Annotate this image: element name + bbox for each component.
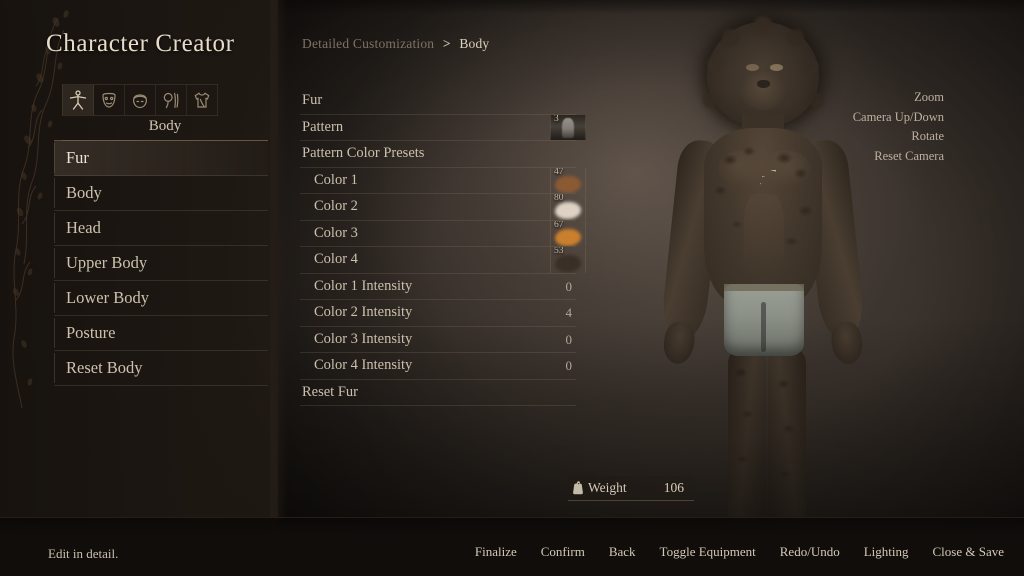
finalize-button[interactable]: Finalize xyxy=(475,544,517,560)
pattern-thumbnail[interactable]: 3 xyxy=(550,114,586,140)
sidebar-item-fur[interactable]: Fur xyxy=(54,140,268,176)
camera-hint-rotate: Rotate xyxy=(911,129,944,143)
color-swatch-3 xyxy=(555,228,581,246)
sidebar-item-label: Lower Body xyxy=(66,288,149,307)
color-value: 80 xyxy=(554,194,564,203)
options-list: Fur Pattern 3 Pattern Color Presets Colo… xyxy=(300,88,586,406)
weight-indicator: Weight 106 xyxy=(568,476,694,501)
breadcrumb-parent[interactable]: Detailed Customization xyxy=(302,36,434,51)
breadcrumb-current: Body xyxy=(459,36,490,51)
camera-hint-up-down: Camera Up/Down xyxy=(852,109,944,124)
option-value: 0 xyxy=(565,278,573,294)
camera-controls-hints: Zoom Camera Up/Down Rotate Reset Camera xyxy=(853,88,944,166)
status-text: Edit in detail. xyxy=(48,546,119,561)
back-button[interactable]: Back xyxy=(609,544,636,560)
color-swatch-cell[interactable]: 47 xyxy=(550,167,586,193)
character-creator-screen: Character Creator Body Fur Body Head Upp… xyxy=(0,0,1024,576)
option-value: 0 xyxy=(565,331,573,347)
color-value: 67 xyxy=(554,220,564,230)
bottom-actions: Finalize Confirm Back Toggle Equipment R… xyxy=(475,544,1004,560)
option-label: Reset Fur xyxy=(302,383,358,400)
breadcrumb: Detailed Customization > Body xyxy=(302,36,489,52)
category-tab-hair[interactable] xyxy=(156,85,187,115)
sidebar-item-label: Upper Body xyxy=(66,253,148,272)
option-row-pattern-color-presets[interactable]: Pattern Color Presets xyxy=(300,141,576,168)
breadcrumb-separator: > xyxy=(442,36,451,51)
option-row-color-2-intensity[interactable]: Color 2 Intensity 4 xyxy=(300,300,576,327)
weight-label: Weight xyxy=(588,480,627,495)
color-swatch-cell[interactable]: 67 xyxy=(550,220,586,246)
option-label: Pattern Color Presets xyxy=(302,145,425,161)
hair-icon xyxy=(163,92,179,109)
face-icon xyxy=(102,92,116,108)
option-row-color-1-intensity[interactable]: Color 1 Intensity 0 xyxy=(300,274,576,300)
category-tab-head[interactable] xyxy=(125,85,156,115)
head-icon xyxy=(132,94,148,109)
color-value: 53 xyxy=(554,247,564,256)
color-swatch-cell[interactable]: 80 xyxy=(550,194,586,220)
color-swatch-cell[interactable]: 53 xyxy=(550,247,586,273)
option-value: 0 xyxy=(565,358,573,373)
option-label: Color 3 Intensity xyxy=(314,330,413,347)
color-swatch-2 xyxy=(555,202,581,219)
color-value: 47 xyxy=(554,167,564,177)
pattern-figure-icon xyxy=(562,117,574,138)
option-row-pattern[interactable]: Pattern 3 xyxy=(300,114,586,141)
close-and-save-button[interactable]: Close & Save xyxy=(933,544,1005,560)
option-row-fur[interactable]: Fur xyxy=(300,88,576,115)
option-row-color-4[interactable]: Color 4 53 xyxy=(300,247,586,274)
option-row-color-2[interactable]: Color 2 80 xyxy=(300,194,586,221)
option-label: Color 2 Intensity xyxy=(314,304,413,320)
option-label: Color 4 xyxy=(314,251,358,267)
sidebar-item-posture[interactable]: Posture xyxy=(54,316,268,351)
option-row-color-1[interactable]: Color 1 47 xyxy=(300,167,586,194)
sidebar-item-label: Fur xyxy=(66,148,89,167)
sidebar-item-label: Reset Body xyxy=(66,358,143,377)
option-label: Color 1 Intensity xyxy=(314,277,413,294)
category-label: Body xyxy=(62,118,268,141)
option-label: Color 1 xyxy=(314,171,358,188)
camera-hint-reset: Reset Camera xyxy=(874,148,944,163)
toggle-equipment-button[interactable]: Toggle Equipment xyxy=(660,544,756,560)
sidebar: Character Creator Body Fur Body Head Upp… xyxy=(0,0,288,576)
sidebar-item-reset-body[interactable]: Reset Body xyxy=(54,351,268,386)
sidebar-item-lower-body[interactable]: Lower Body xyxy=(54,281,268,316)
category-tab-body[interactable] xyxy=(62,85,94,115)
color-swatch-1 xyxy=(555,175,581,193)
category-tab-strip[interactable] xyxy=(62,84,218,116)
sidebar-item-body[interactable]: Body xyxy=(54,176,268,211)
option-label: Color 4 Intensity xyxy=(314,357,413,373)
clothing-icon xyxy=(194,92,210,108)
sidebar-item-head[interactable]: Head xyxy=(54,211,268,246)
option-row-color-3-intensity[interactable]: Color 3 Intensity 0 xyxy=(300,327,576,353)
options-panel: Detailed Customization > Body Fur Patter… xyxy=(288,0,588,520)
category-tab-clothing[interactable] xyxy=(187,85,218,115)
color-swatch-4 xyxy=(555,255,581,272)
page-title: Character Creator xyxy=(46,30,235,57)
category-tab-face[interactable] xyxy=(94,85,125,115)
sidebar-nav-list: Fur Body Head Upper Body Lower Body Post… xyxy=(54,140,268,386)
lighting-button[interactable]: Lighting xyxy=(864,544,909,560)
confirm-button[interactable]: Confirm xyxy=(541,544,585,560)
option-label: Color 2 xyxy=(314,198,358,214)
option-value: 4 xyxy=(565,305,573,320)
option-label: Fur xyxy=(302,92,323,108)
option-label: Color 3 xyxy=(314,224,358,241)
sidebar-item-label: Head xyxy=(66,218,101,237)
option-row-color-4-intensity[interactable]: Color 4 Intensity 0 xyxy=(300,353,576,380)
sidebar-item-label: Posture xyxy=(66,323,116,342)
body-figure-icon xyxy=(69,90,87,110)
weight-scale-icon xyxy=(568,481,588,495)
sidebar-item-label: Body xyxy=(66,183,102,202)
camera-hint-zoom: Zoom xyxy=(914,90,944,104)
bottom-action-bar: Edit in detail. Finalize Confirm Back To… xyxy=(0,517,1024,576)
option-row-reset-fur[interactable]: Reset Fur xyxy=(300,380,576,406)
sidebar-item-upper-body[interactable]: Upper Body xyxy=(54,246,268,281)
weight-value: 106 xyxy=(663,480,684,495)
option-label: Pattern xyxy=(302,118,344,135)
option-row-color-3[interactable]: Color 3 67 xyxy=(300,220,586,247)
redo-undo-button[interactable]: Redo/Undo xyxy=(780,544,840,560)
pattern-value: 3 xyxy=(554,114,559,124)
